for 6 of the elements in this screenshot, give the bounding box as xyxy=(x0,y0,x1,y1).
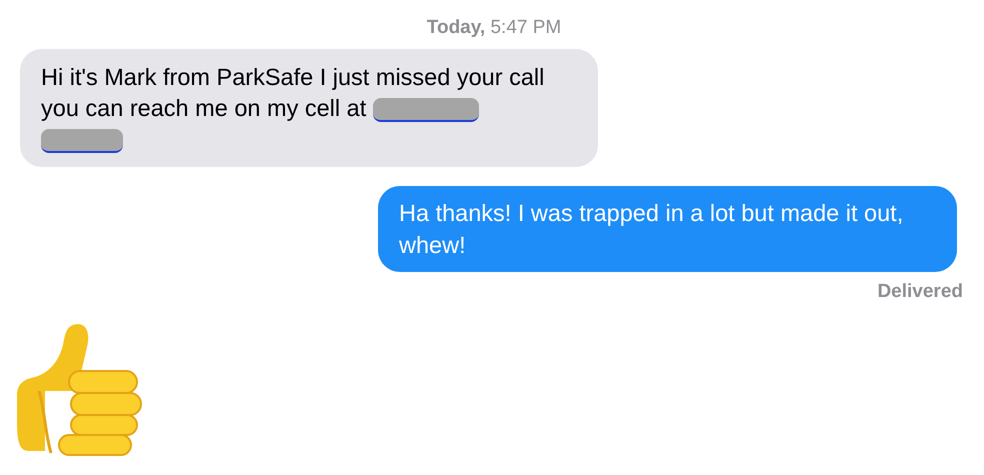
redacted-phone-link[interactable] xyxy=(372,98,479,122)
redacted-phone-link[interactable] xyxy=(41,129,123,154)
timestamp: Today, 5:47 PM xyxy=(426,16,562,40)
delivery-status: Delivered xyxy=(877,280,963,304)
message-bubble: Hi it's Mark from ParkSafe I just missed your call you can reach me on my cell at xyxy=(20,48,598,167)
message-bubble: Ha thanks! I was trapped in a lot but made it out, whew! xyxy=(378,186,957,272)
